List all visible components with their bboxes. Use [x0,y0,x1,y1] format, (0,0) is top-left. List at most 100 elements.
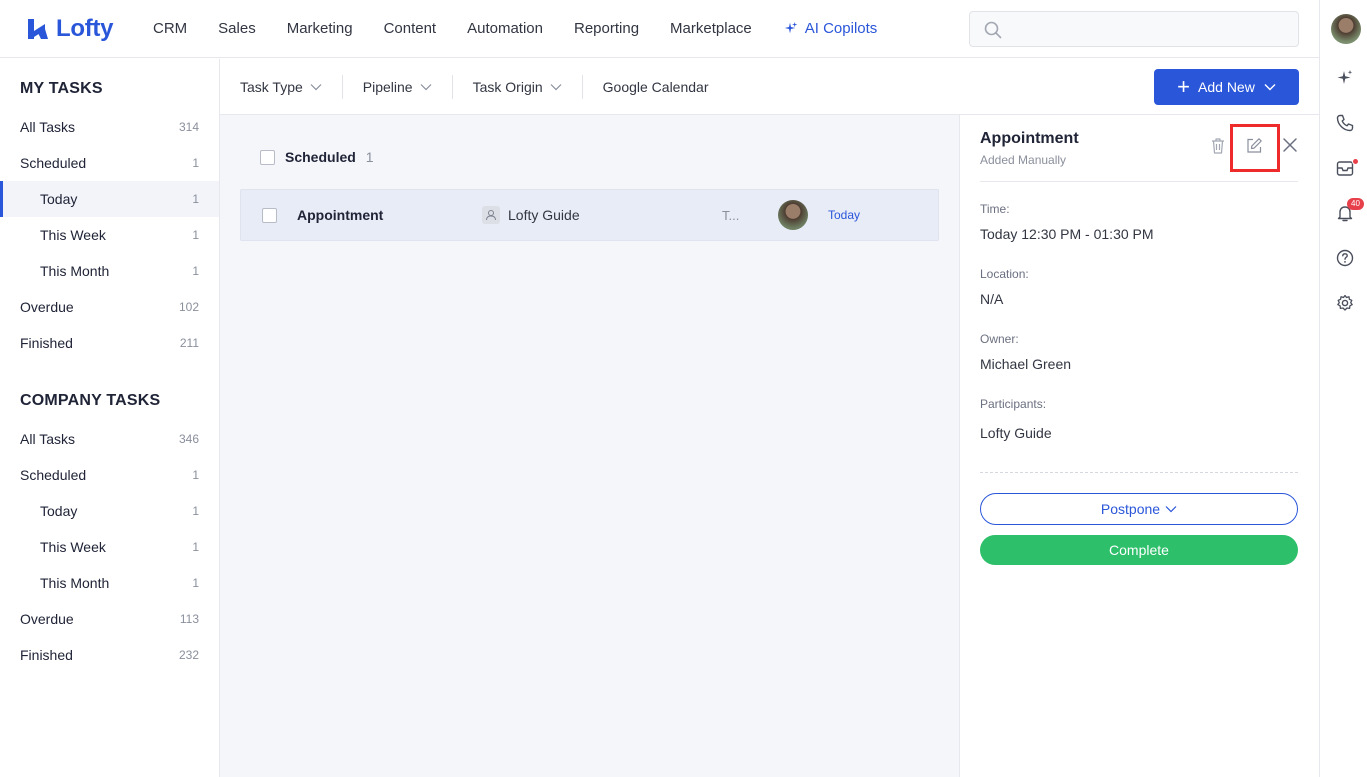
close-icon[interactable] [1282,137,1298,153]
task-due-date: Today [828,208,861,222]
nav-content[interactable]: Content [384,20,437,37]
sidebar-item-label: Overdue [20,299,74,315]
right-rail: 40 [1319,0,1367,777]
postpone-label: Postpone [1100,501,1161,517]
sidebar-my-all-tasks[interactable]: All Tasks 314 [0,109,219,145]
task-type-filter[interactable]: Task Type [220,74,343,99]
sidebar-item-label: This Month [40,263,110,279]
sidebar-company-finished[interactable]: Finished 232 [0,637,219,673]
sidebar-item-count: 1 [192,468,199,482]
time-value: Today 12:30 PM - 01:30 PM [980,226,1154,242]
sidebar-company-scheduled[interactable]: Scheduled 1 [0,457,219,493]
complete-label: Complete [1109,542,1169,558]
plus-icon: + [1177,74,1191,99]
trash-icon[interactable] [1210,137,1226,155]
sidebar-item-label: Today [40,191,78,207]
nav-ai-copilots[interactable]: AI Copilots [783,20,877,37]
task-sidebar: MY TASKS All Tasks 314 Scheduled 1 Today… [0,59,220,777]
sidebar-item-count: 1 [192,504,199,518]
contact-name: Lofty Guide [508,207,580,223]
ai-sparkle-icon[interactable] [1335,68,1355,88]
user-avatar[interactable] [1331,14,1361,44]
scheduled-group-header: Scheduled 1 [260,149,374,165]
person-icon [482,206,500,224]
settings-icon[interactable] [1335,293,1355,313]
nav-marketing[interactable]: Marketing [287,20,353,37]
pipeline-filter[interactable]: Pipeline [343,74,453,99]
sidebar-item-count: 346 [178,432,199,446]
location-value: N/A [980,291,1004,307]
sidebar-my-today[interactable]: Today 1 [0,181,219,217]
sidebar-item-count: 232 [178,648,199,662]
add-new-label: Add New [1198,79,1255,95]
lofty-logo[interactable]: Lofty [25,15,135,43]
postpone-button[interactable]: Postpone [980,493,1298,525]
sidebar-company-this-week[interactable]: This Week 1 [0,529,219,565]
complete-button[interactable]: Complete [980,535,1298,565]
sidebar-item-count: 314 [178,120,199,134]
sidebar-item-count: 1 [192,192,199,206]
time-label: Time: [980,202,1010,216]
task-origin-filter[interactable]: Task Origin [453,74,583,99]
chevron-down-icon [420,83,432,90]
detail-subtitle: Added Manually [980,153,1067,167]
location-label: Location: [980,267,1029,281]
group-select-checkbox[interactable] [260,149,275,165]
sidebar-item-count: 1 [192,264,199,278]
sidebar-item-count: 1 [192,540,199,554]
nav-sales[interactable]: Sales [218,20,256,37]
sidebar-item-label: Today [40,503,78,519]
filter-bar: Task Type Pipeline Task Origin Google Ca… [220,59,1319,115]
chevron-down-icon [1264,84,1276,91]
task-detail-panel: Appointment Added Manually Time: Today 1… [959,115,1319,777]
row-select-checkbox[interactable] [262,207,277,223]
inbox-unread-dot [1352,158,1359,165]
sidebar-my-scheduled[interactable]: Scheduled 1 [0,145,219,181]
sidebar-item-label: Scheduled [20,155,87,171]
task-list: Scheduled 1 Appointment Lofty Guide T...… [220,115,959,777]
sidebar-item-label: Finished [20,647,73,663]
search-input[interactable] [969,11,1299,47]
owner-label: Owner: [980,332,1019,346]
sidebar-item-count: 211 [179,336,199,350]
lofty-logo-icon [28,18,48,39]
sidebar-item-label: This Month [40,575,110,591]
brand-name: Lofty [56,14,114,42]
notification-badge: 40 [1347,198,1364,210]
sidebar-company-today[interactable]: Today 1 [0,493,219,529]
sidebar-company-this-month[interactable]: This Month 1 [0,565,219,601]
nav-reporting[interactable]: Reporting [574,20,639,37]
nav-automation[interactable]: Automation [467,20,543,37]
group-title: Scheduled [285,149,356,165]
sparkle-icon [784,21,798,33]
task-contact[interactable]: Lofty Guide [482,206,722,224]
company-tasks-title: COMPANY TASKS [20,392,161,409]
sidebar-my-overdue[interactable]: Overdue 102 [0,289,219,325]
chevron-down-icon [310,83,322,90]
sidebar-item-label: Overdue [20,611,74,627]
sidebar-item-label: All Tasks [20,119,75,135]
main-menu: CRM Sales Marketing Content Automation R… [153,20,908,37]
filter-label: Pipeline [362,78,413,95]
detail-title: Appointment [980,130,1079,147]
task-note-truncated: T... [722,207,740,223]
sidebar-company-overdue[interactable]: Overdue 113 [0,601,219,637]
nav-crm[interactable]: CRM [153,20,187,37]
sidebar-item-label: This Week [40,539,106,555]
sidebar-my-this-month[interactable]: This Month 1 [0,253,219,289]
top-nav: Lofty CRM Sales Marketing Content Automa… [0,0,1319,58]
sidebar-my-finished[interactable]: Finished 211 [0,325,219,361]
table-row[interactable]: Appointment Lofty Guide T... Today [240,189,939,241]
nav-marketplace[interactable]: Marketplace [670,20,752,37]
sidebar-company-all-tasks[interactable]: All Tasks 346 [0,421,219,457]
sidebar-my-this-week[interactable]: This Week 1 [0,217,219,253]
divider [980,472,1298,473]
phone-icon[interactable] [1335,113,1355,133]
add-new-button[interactable]: + Add New [1154,69,1299,105]
sidebar-item-count: 1 [192,228,199,242]
sidebar-item-count: 1 [192,576,199,590]
google-calendar-filter[interactable]: Google Calendar [583,75,729,99]
divider [980,181,1298,182]
help-icon[interactable] [1335,248,1355,268]
filter-label: Google Calendar [602,78,709,95]
